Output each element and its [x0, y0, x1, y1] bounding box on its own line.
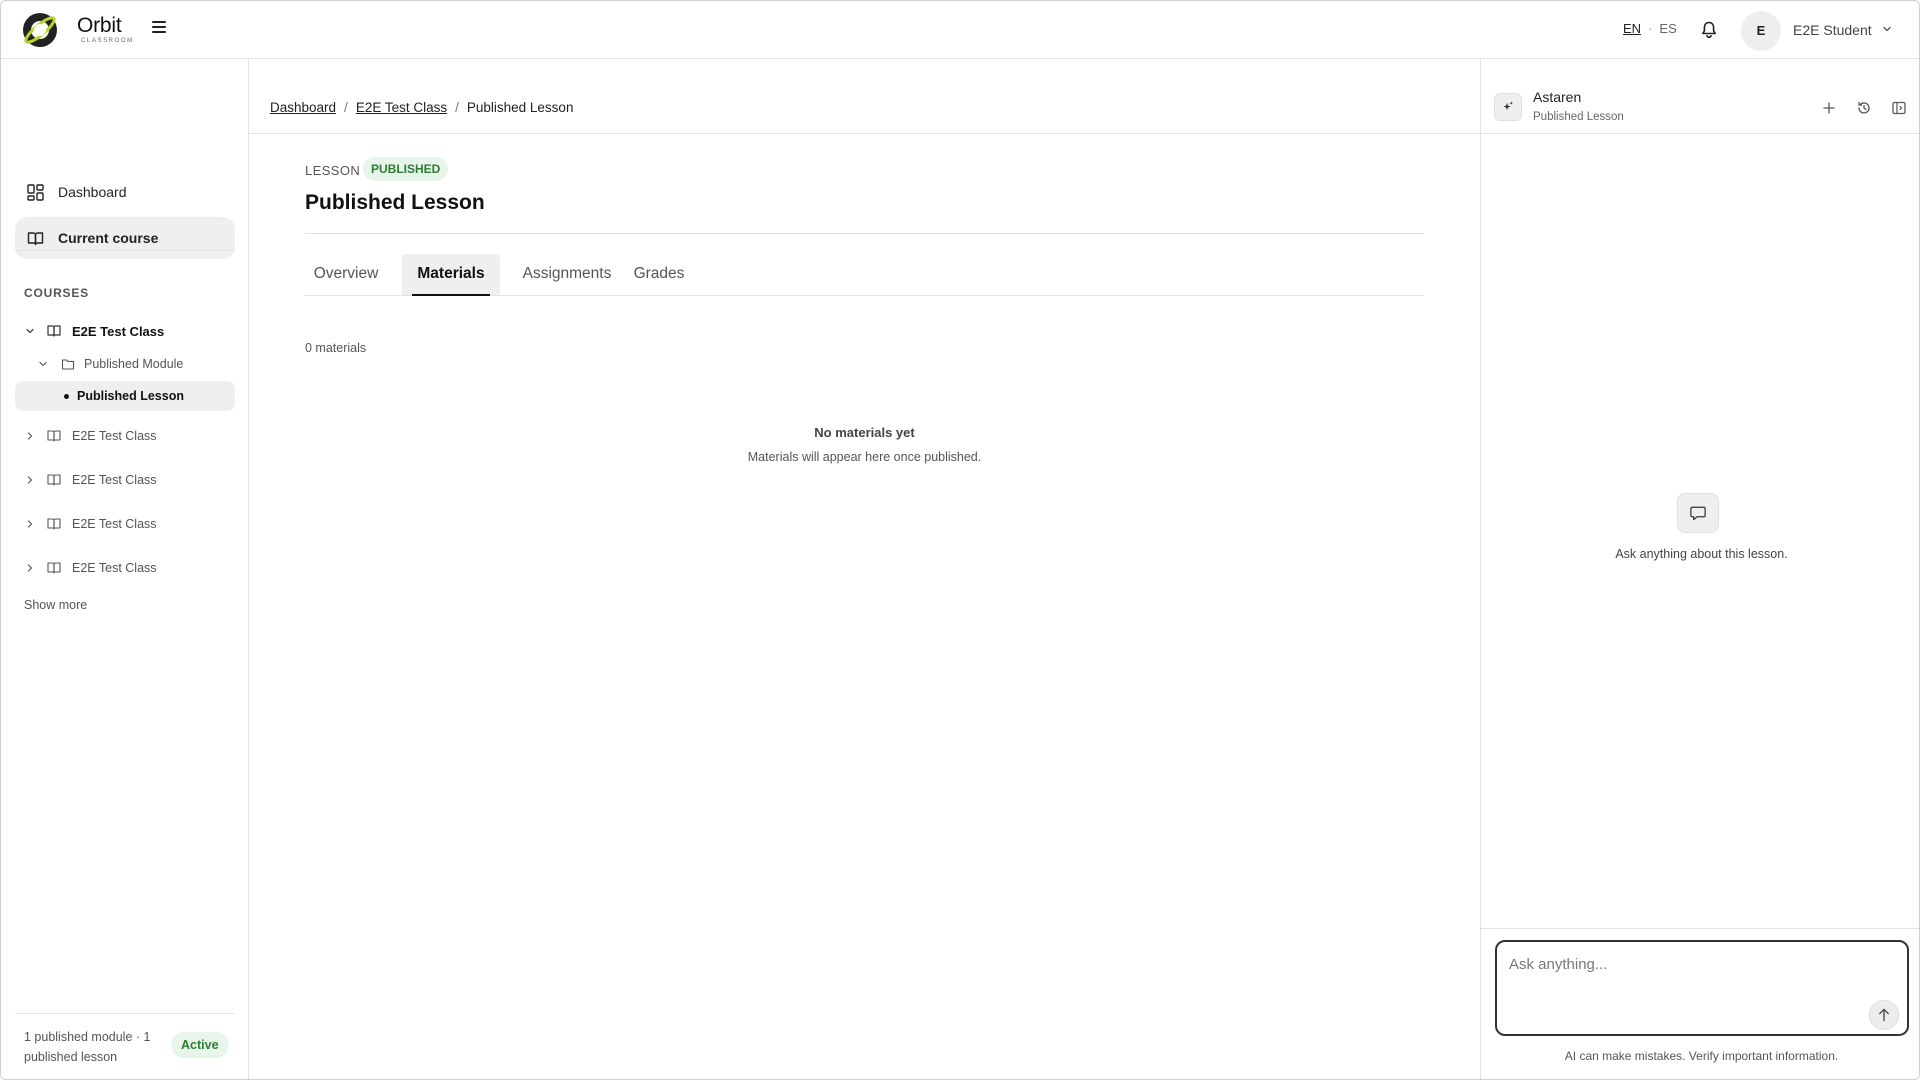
- course-tree-item[interactable]: E2E Test Class: [15, 465, 235, 495]
- tree-item-label: E2E Test Class: [72, 517, 157, 531]
- breadcrumb-course-link[interactable]: E2E Test Class: [356, 100, 447, 115]
- chevron-right-icon[interactable]: [25, 519, 35, 529]
- main-content: Dashboard / E2E Test Class / Published Lesso…: [249, 59, 1480, 1079]
- avatar[interactable]: E: [1741, 11, 1781, 51]
- user-name[interactable]: E2E Student: [1793, 22, 1872, 38]
- tree-item-label: Published Module: [84, 357, 184, 371]
- lang-separator: ·: [1648, 21, 1653, 36]
- module-tree-item[interactable]: Published Module: [15, 349, 235, 379]
- title-divider: [305, 233, 1424, 234]
- book-icon: [47, 562, 61, 574]
- breadcrumb-dashboard-link[interactable]: Dashboard: [270, 100, 336, 115]
- lesson-tree-item[interactable]: Published Lesson: [15, 381, 235, 411]
- tree-item-label: E2E Test Class: [72, 429, 157, 443]
- course-tree-item[interactable]: E2E Test Class: [15, 509, 235, 539]
- sidebar: Dashboard Current course COURSES E2E Tes…: [1, 59, 249, 1079]
- tab-label: Overview: [313, 265, 379, 282]
- chat-input[interactable]: [1509, 952, 1889, 976]
- tree-item-label: Published Lesson: [77, 389, 184, 403]
- chevron-down-icon[interactable]: [38, 359, 48, 369]
- sparkle-icon: [1494, 93, 1522, 121]
- bell-icon[interactable]: [1698, 19, 1720, 41]
- tab-active-indicator: [412, 294, 490, 296]
- breadcrumb-separator: /: [455, 100, 459, 115]
- show-more-link[interactable]: Show more: [24, 598, 87, 612]
- chevron-right-icon[interactable]: [25, 431, 35, 441]
- book-icon: [27, 232, 44, 246]
- dashboard-icon: [27, 184, 44, 201]
- book-icon: [47, 325, 61, 337]
- tab-bar: Overview Materials Assignments Grades: [305, 254, 1424, 296]
- book-icon: [47, 474, 61, 486]
- course-summary: 1 published module · 1 published lesson: [24, 1030, 151, 1064]
- empty-state-subtitle: Materials will appear here once publishe…: [747, 450, 982, 464]
- assistant-name: Astaren: [1533, 89, 1582, 105]
- plus-icon[interactable]: [1821, 100, 1837, 116]
- chat-composer: [1495, 940, 1909, 1036]
- chevron-right-icon[interactable]: [25, 563, 35, 573]
- brand-name: Orbit: [77, 14, 122, 37]
- sidebar-divider: [15, 250, 235, 251]
- course-tree-item[interactable]: E2E Test Class: [15, 553, 235, 583]
- chevron-down-icon[interactable]: [1881, 23, 1893, 35]
- tab-assignments[interactable]: Assignments: [519, 254, 615, 295]
- lesson-type-label: LESSON: [305, 163, 361, 178]
- tab-label: Materials: [417, 265, 485, 282]
- assistant-context: Published Lesson: [1533, 111, 1624, 123]
- bullet-icon: [64, 394, 69, 399]
- breadcrumb-separator: /: [344, 100, 348, 115]
- history-icon[interactable]: [1856, 100, 1872, 116]
- status-badge: Active: [171, 1032, 229, 1058]
- composer-divider: [1481, 928, 1919, 929]
- tab-label: Grades: [633, 265, 685, 282]
- brand: Orbit CLASSROOM: [77, 15, 134, 45]
- course-tree-item[interactable]: E2E Test Class: [15, 316, 235, 346]
- materials-count: 0 materials: [305, 341, 367, 355]
- chevron-down-icon[interactable]: [25, 326, 35, 336]
- sidebar-item-label: Dashboard: [58, 184, 127, 200]
- lang-en[interactable]: EN: [1623, 21, 1641, 36]
- sidebar-footer-divider: [15, 1013, 235, 1014]
- tab-materials[interactable]: Materials: [402, 254, 500, 296]
- tree-item-label: E2E Test Class: [72, 473, 157, 487]
- app-window: Orbit CLASSROOM EN · ES E E2E Student Da…: [0, 0, 1920, 1080]
- expand-panel-icon[interactable]: [1891, 100, 1907, 116]
- orbit-logo-icon[interactable]: [21, 11, 59, 49]
- tab-label: Assignments: [522, 265, 612, 282]
- sidebar-item-dashboard[interactable]: Dashboard: [15, 171, 235, 213]
- breadcrumb-current: Published Lesson: [466, 100, 574, 115]
- language-switcher: EN · ES: [1623, 21, 1677, 36]
- tab-grades[interactable]: Grades: [629, 254, 689, 295]
- menu-toggle-icon[interactable]: [149, 18, 169, 40]
- breadcrumb: Dashboard / E2E Test Class / Published Lesso…: [270, 100, 573, 115]
- book-icon: [47, 518, 61, 530]
- course-tree-item[interactable]: E2E Test Class: [15, 421, 235, 451]
- sidebar-item-label: Current course: [58, 230, 159, 246]
- send-arrow-icon[interactable]: [1869, 1000, 1899, 1030]
- chat-bubble-icon: [1677, 493, 1719, 533]
- tree-item-label: E2E Test Class: [72, 561, 157, 575]
- tab-overview[interactable]: Overview: [305, 254, 387, 295]
- assistant-header: Astaren Published Lesson: [1481, 59, 1919, 134]
- book-icon: [47, 430, 61, 442]
- breadcrumb-bar: Dashboard / E2E Test Class / Published Lesso…: [249, 59, 1480, 134]
- sidebar-item-current-course[interactable]: Current course: [15, 217, 235, 259]
- ai-disclaimer: AI can make mistakes. Verify important i…: [1564, 1049, 1839, 1063]
- courses-heading: COURSES: [24, 286, 89, 300]
- chat-empty-text: Ask anything about this lesson.: [1615, 547, 1788, 561]
- tree-item-label: E2E Test Class: [72, 324, 165, 339]
- assistant-panel: Astaren Published Lesson Ask anything ab…: [1480, 59, 1919, 1079]
- empty-state-title: No materials yet: [814, 425, 915, 440]
- status-badge: PUBLISHED: [363, 157, 449, 181]
- brand-subtitle: CLASSROOM: [81, 38, 134, 44]
- top-bar: Orbit CLASSROOM EN · ES E E2E Student: [1, 1, 1919, 59]
- chevron-right-icon[interactable]: [25, 475, 35, 485]
- page-title: Published Lesson: [305, 191, 485, 214]
- folder-icon: [61, 359, 75, 370]
- lang-es[interactable]: ES: [1659, 21, 1676, 36]
